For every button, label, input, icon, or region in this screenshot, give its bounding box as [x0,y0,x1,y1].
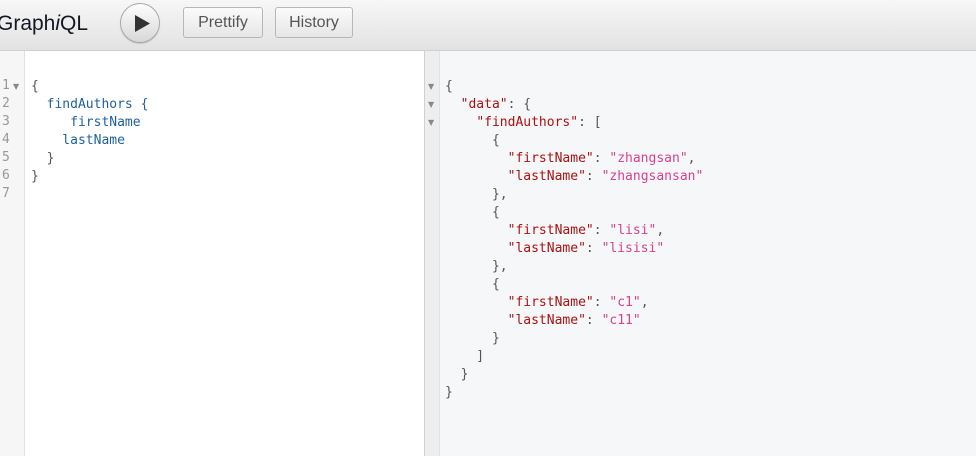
app-logo: GraphiQL [0,12,88,36]
execute-query-button[interactable] [120,3,160,43]
result-line: "lastName": "c11" [507,313,641,328]
json-string: "c11" [601,313,641,328]
query-line: firstName [31,115,141,130]
json-string: "zhangsan" [609,151,688,166]
result-gutter: ▼ ▼ ▼ [425,51,440,456]
result-line: "firstName": "c1", [507,295,649,310]
fold-arrow-icon[interactable]: ▼ [13,82,19,91]
query-editor[interactable]: 1 ▼ 2 3 4 5 6 7 { findAuthors { firstNam… [0,51,424,456]
json-string: "lisisi" [601,241,665,256]
query-line: { [31,79,39,94]
query-editor-gutter: 1 ▼ 2 3 4 5 6 7 [0,51,25,456]
fold-arrow-icon[interactable]: ▼ [428,100,434,109]
logo-suffix: QL [60,12,89,35]
result-line: { [445,79,453,94]
json-key: "findAuthors" [476,115,579,130]
toolbar: GraphiQL Prettify History [0,0,976,51]
result-line: "findAuthors": [ [476,115,602,130]
line-number: 1 [2,78,10,93]
fold-arrow-icon[interactable]: ▼ [428,118,434,127]
query-line: lastName [31,133,125,148]
line-number: 7 [2,186,10,201]
result-line: } [445,385,453,400]
query-line: } [31,169,39,184]
result-line: ] [445,349,485,364]
result-line: { [445,205,500,220]
json-key: "firstName" [507,295,594,310]
result-viewer: ▼ ▼ ▼ { "data": { "findAuthors": [ { "fi… [425,51,976,456]
result-line: "firstName": "zhangsan", [507,151,696,166]
json-key: "lastName" [507,241,586,256]
play-icon [135,15,150,32]
json-key: "firstName" [507,223,594,238]
result-line: "lastName": "zhangsansan" [507,169,704,184]
result-line: "lastName": "lisisi" [507,241,665,256]
query-line: findAuthors { [31,97,149,112]
json-string: "c1" [609,295,641,310]
line-number: 2 [2,96,10,111]
result-line: } [445,331,500,346]
json-key: "lastName" [507,313,586,328]
history-button[interactable]: History [275,7,353,38]
json-key: "firstName" [507,151,594,166]
result-line: } [445,367,469,382]
json-key: "lastName" [507,169,586,184]
query-line: } [31,151,55,166]
line-number: 6 [2,168,10,183]
result-line: { [445,133,500,148]
result-line: }, [445,187,508,202]
result-line: "data": { [460,97,532,112]
line-number: 4 [2,132,10,147]
line-number: 3 [2,114,10,129]
json-string: "lisi" [609,223,657,238]
prettify-button[interactable]: Prettify [183,7,263,38]
logo-prefix: Graph [0,12,56,35]
json-string: "zhangsansan" [601,169,704,184]
result-line: "firstName": "lisi", [507,223,665,238]
fold-arrow-icon[interactable]: ▼ [428,82,434,91]
result-line: { [445,277,500,292]
json-key: "data" [460,97,508,112]
result-line: }, [445,259,508,274]
line-number: 5 [2,150,10,165]
